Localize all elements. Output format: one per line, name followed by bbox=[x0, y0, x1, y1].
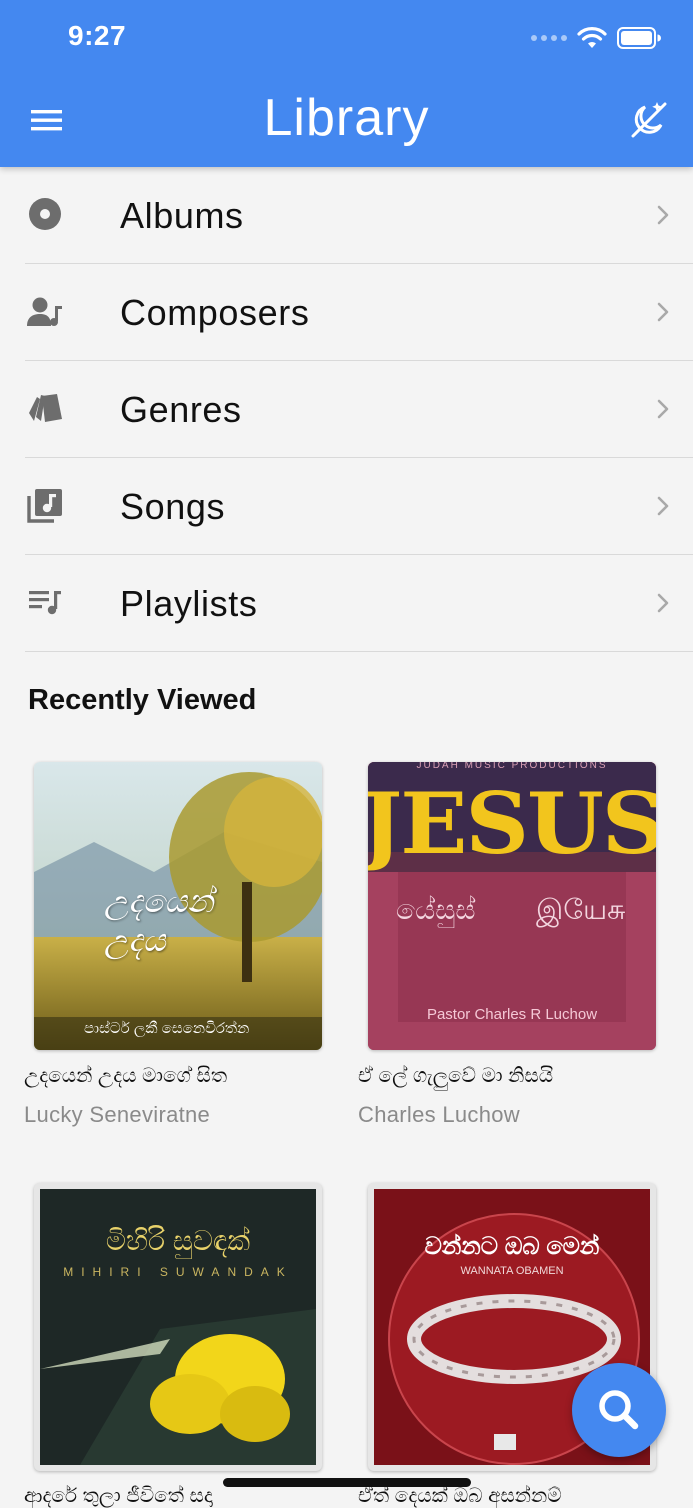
chevron-right-icon bbox=[657, 496, 669, 516]
album-title: ඒත් දෙයක් ඔබ අසන්නම් bbox=[358, 1485, 562, 1507]
night-mode-icon bbox=[631, 102, 667, 138]
menu-label: Playlists bbox=[120, 583, 258, 624]
menu-label: Songs bbox=[120, 486, 226, 527]
album-title: ඒ ලේ ගැලුවේ මා නිසයි bbox=[358, 1065, 554, 1087]
album-artist: Lucky Seneviratne bbox=[24, 1102, 211, 1127]
night-mode-button[interactable] bbox=[627, 98, 669, 140]
cover-sub-sinhala: යේසුස් bbox=[396, 894, 476, 925]
chevron-right-icon bbox=[657, 593, 669, 613]
album-cover: JUDAH MUSIC PRODUCTIONS JESUS යේසුස් இயே… bbox=[368, 762, 656, 1050]
songs-icon bbox=[27, 489, 62, 523]
cover-subtitle: MIHIRI SUWANDAK bbox=[63, 1265, 293, 1279]
menu-label: Composers bbox=[120, 292, 310, 333]
album-artist: Charles Luchow bbox=[358, 1102, 520, 1127]
menu-item-genres[interactable]: Genres bbox=[0, 361, 693, 458]
wifi-icon bbox=[577, 27, 607, 48]
home-indicator[interactable] bbox=[223, 1478, 471, 1487]
recently-viewed-heading: Recently Viewed bbox=[28, 684, 257, 716]
cover-subtitle: Pastor Charles R Luchow bbox=[426, 1006, 598, 1023]
chevron-right-icon bbox=[657, 399, 669, 419]
composer-icon bbox=[27, 297, 62, 326]
battery-icon bbox=[617, 27, 661, 49]
album-cover: උදයෙන් උදය පාස්ටර් ලකී සෙනෙවිරත්න bbox=[34, 762, 322, 1050]
chevron-right-icon bbox=[657, 205, 669, 225]
menu-item-composers[interactable]: Composers bbox=[0, 264, 693, 361]
cover-title: උදයෙන් උදය bbox=[104, 882, 214, 959]
cover-subtitle: WANNATA OBAMEN bbox=[460, 1265, 564, 1277]
menu-label: Albums bbox=[120, 195, 244, 236]
status-time: 9:27 bbox=[68, 20, 127, 51]
signal-icon bbox=[531, 35, 567, 41]
album-title: උදයෙන් උදය මාගේ සිත bbox=[24, 1065, 228, 1087]
playlist-icon bbox=[29, 591, 61, 615]
menu-item-songs[interactable]: Songs bbox=[0, 458, 693, 555]
cover-title: JESUS bbox=[368, 774, 656, 873]
album-icon bbox=[29, 198, 61, 230]
cover-title: වන්නට ඔබ මෙන් bbox=[424, 1233, 600, 1260]
album-card[interactable]: උදයෙන් උදය පාස්ටර් ලකී සෙනෙවිරත්න උදයෙන්… bbox=[24, 762, 324, 1142]
genres-icon bbox=[29, 394, 62, 422]
page-title: Library bbox=[263, 89, 430, 147]
cover-sub-tamil: இயேசு bbox=[536, 894, 626, 925]
app-bar: 9:27 Library bbox=[0, 0, 693, 167]
album-cover: මිහිරි සුවඳක් MIHIRI SUWANDAK bbox=[34, 1183, 322, 1471]
status-icons bbox=[531, 22, 661, 54]
album-card[interactable]: මිහිරි සුවඳක් MIHIRI SUWANDAK ආදරේ තුලා … bbox=[24, 1183, 324, 1507]
menu-item-playlists[interactable]: Playlists bbox=[0, 555, 693, 652]
album-card[interactable]: JUDAH MUSIC PRODUCTIONS JESUS යේසුස් இயே… bbox=[358, 762, 658, 1142]
cover-title: මිහිරි සුවඳක් bbox=[105, 1225, 251, 1256]
cover-top-text: JUDAH MUSIC PRODUCTIONS bbox=[416, 762, 608, 771]
menu-item-albums[interactable]: Albums bbox=[0, 167, 693, 264]
chevron-right-icon bbox=[657, 302, 669, 322]
search-button[interactable] bbox=[572, 1363, 666, 1457]
menu-label: Genres bbox=[120, 389, 242, 430]
cover-subtitle: පාස්ටර් ලකී සෙනෙවිරත්න bbox=[84, 1020, 250, 1037]
library-menu: Albums Composers Genres Songs Playlists bbox=[0, 167, 693, 652]
search-icon bbox=[599, 1390, 639, 1430]
album-title: ආදරේ තුලා ජීවිතේ සදා bbox=[24, 1485, 213, 1507]
